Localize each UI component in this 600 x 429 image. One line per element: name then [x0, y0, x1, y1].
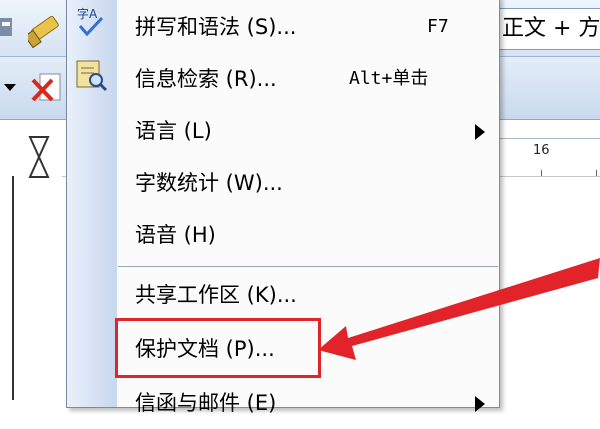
- red-arrow-annotation: [318, 258, 600, 360]
